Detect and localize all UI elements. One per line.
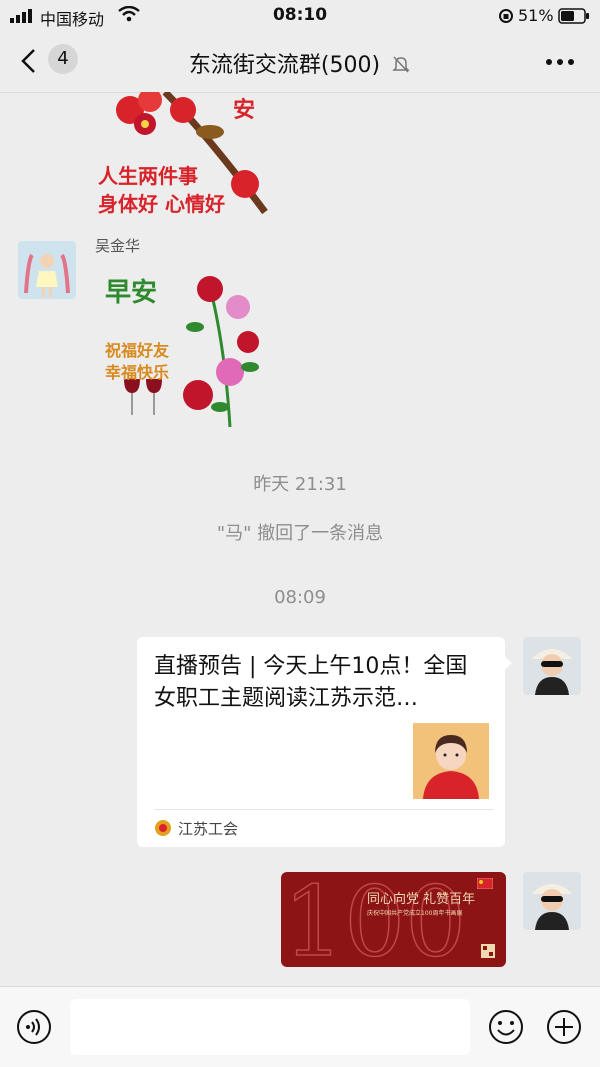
sticker-text: 早安 [105,278,158,308]
flag-icon [477,878,493,889]
mute-bell-icon [392,56,410,73]
sticker-text: 祝福好友 [105,341,170,360]
input-bar [0,986,600,1067]
timestamp: 08:09 [274,587,326,608]
card-thumbnail [413,723,489,799]
image-message[interactable]: 100 同心向党 礼赞百年 庆祝中国共产党成立100周年书画展 [281,872,506,967]
image-title: 同心向党 礼赞百年 [367,892,476,907]
bubble-tail-icon [503,655,512,671]
more-options-icon[interactable] [545,58,575,66]
rotation-lock-icon [499,9,513,23]
emoji-icon[interactable] [488,1009,524,1045]
image-subtitle: 庆祝中国共产党成立100周年书画展 [367,910,463,917]
battery-percent: 51% [518,6,554,25]
sticker-message[interactable]: 安 人生两件事 身体好 心情好 [95,92,270,216]
union-logo-icon [155,820,171,836]
link-card-message[interactable]: 直播预告 | 今天上午10点！全国女职工主题阅读江苏示范… 江苏工会 [137,637,512,847]
sender-name: 吴金华 [95,237,141,255]
avatar[interactable] [18,241,76,299]
avatar[interactable] [523,872,581,930]
sticker-text: 身体好 心情好 [98,192,225,216]
status-bar: 中国移动 08:10 51% [0,0,600,30]
my-avatar-photo [523,872,581,930]
sticker-text: 幸福快乐 [105,363,170,382]
recall-notice: "马" 撤回了一条消息 [216,523,384,544]
chat-title-text: 东流街交流群(500) [188,53,381,78]
message-input[interactable] [70,999,470,1055]
plus-icon[interactable] [546,1009,582,1045]
my-avatar-photo [523,637,581,695]
qr-code-icon [481,944,495,958]
voice-icon[interactable] [16,1009,52,1045]
avatar[interactable] [523,637,581,695]
battery-icon [558,8,589,24]
card-source: 江苏工会 [154,809,494,839]
image-big-number: 100 [282,872,467,967]
user-avatar-photo [18,241,76,299]
sticker-text: 安 [233,98,256,123]
card-title: 直播预告 | 今天上午10点！全国女职工主题阅读江苏示范… [154,654,468,711]
sticker-text: 人生两件事 [98,164,198,188]
card-source-label: 江苏工会 [178,820,239,838]
sticker-message[interactable]: 早安 祝福好友 幸福快乐 [100,267,270,432]
message-list[interactable]: 安 人生两件事 身体好 心情好 吴金华 早安 祝福好友 幸福快乐 昨天 21:3… [0,92,600,986]
chat-header: 4 东流街交流群(500) [0,30,600,93]
chat-title: 东流街交流群(500) [0,47,600,79]
timestamp: 昨天 21:31 [253,474,347,495]
